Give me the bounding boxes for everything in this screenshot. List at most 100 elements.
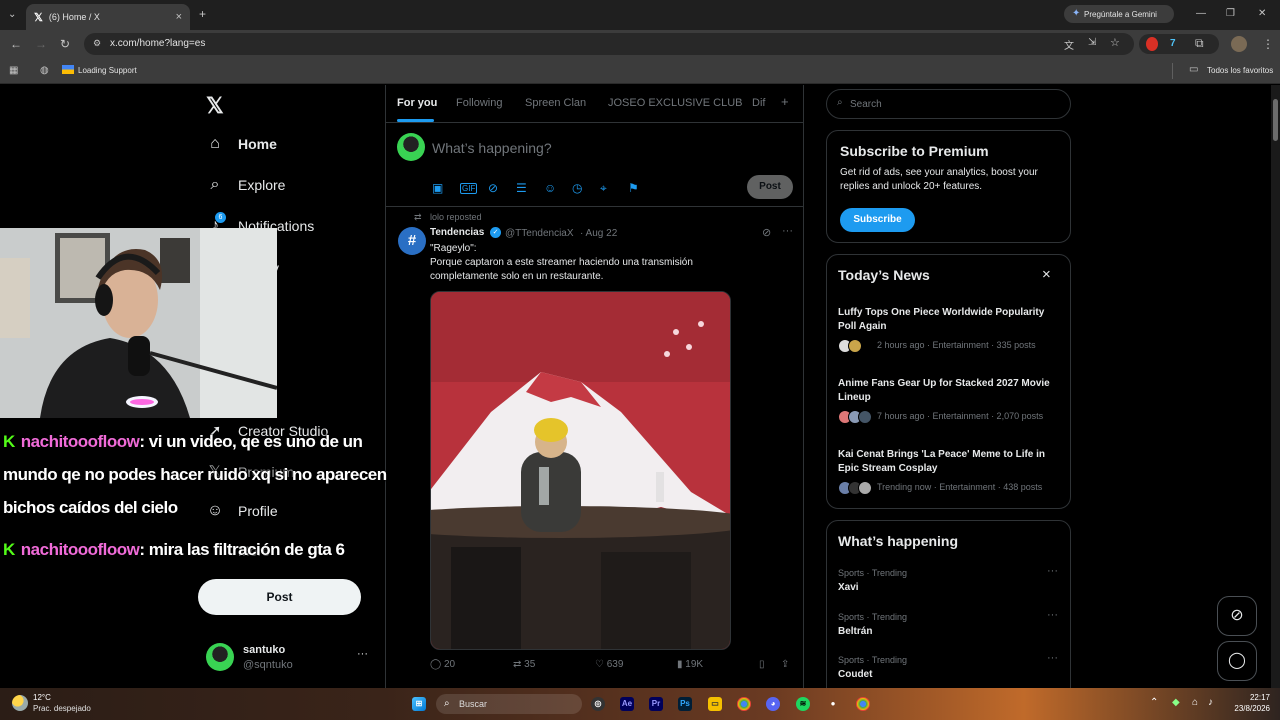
tweet[interactable]: ⇄ lolo reposted # Tendencias ✓ @TTendenc… xyxy=(386,207,803,688)
x-logo-icon[interactable]: 𝕏 xyxy=(206,93,224,119)
translate-icon[interactable]: 文 xyxy=(1064,37,1074,52)
globe-icon[interactable]: ◍ xyxy=(40,65,49,77)
nav-explore[interactable]: ⌕ Explore xyxy=(204,176,286,194)
extension-red-icon[interactable] xyxy=(1146,37,1158,51)
grok-icon[interactable]: ⊘ xyxy=(488,181,498,195)
subscribe-button[interactable]: Subscribe xyxy=(840,208,915,232)
location-icon[interactable]: ⌖ xyxy=(600,181,607,196)
page-scrollbar[interactable] xyxy=(1271,85,1280,688)
bookmark-loading-support[interactable]: Loading Support xyxy=(78,66,137,75)
weather-temp[interactable]: 12°C xyxy=(33,693,51,702)
flag-icon[interactable]: ⚑ xyxy=(628,181,639,195)
tray-app-icon[interactable]: ◆ xyxy=(1172,697,1180,708)
search-input[interactable]: ⌕ Search xyxy=(826,89,1071,119)
site-info-icon[interactable]: ⚙ xyxy=(93,38,101,49)
bookmark-star-icon[interactable]: ☆ xyxy=(1110,36,1120,49)
author-name[interactable]: Tendencias xyxy=(430,227,484,238)
views-action[interactable]: ▮ 19K xyxy=(677,659,703,670)
network-icon[interactable]: ⌂ xyxy=(1192,697,1198,708)
file-explorer-icon[interactable]: ▭ xyxy=(708,697,722,711)
tab-close-icon[interactable]: × xyxy=(176,11,182,23)
apps-grid-icon[interactable]: ▦ xyxy=(9,65,18,77)
grok-float-button[interactable]: ⊘ xyxy=(1217,596,1257,636)
tab-joseo-exclusive-club[interactable]: JOSEO EXCLUSIVE CLUB xyxy=(608,97,743,109)
emoji-icon[interactable]: ☺ xyxy=(544,181,556,195)
taskbar-search[interactable]: ⌕ Buscar xyxy=(436,694,582,714)
profile-avatar[interactable] xyxy=(1231,36,1247,52)
post-button[interactable]: Post xyxy=(198,579,361,615)
tweet-more-icon[interactable]: ··· xyxy=(782,225,793,237)
author-handle[interactable]: @TTendenciaX xyxy=(505,228,574,239)
close-window-button[interactable]: ✕ xyxy=(1258,8,1266,20)
url-field[interactable]: ⚙ x.com/home?lang=es 文 ⇲ ☆ xyxy=(84,33,1134,55)
weather-desc[interactable]: Prac. despejado xyxy=(33,704,91,713)
gif-icon[interactable]: GIF xyxy=(460,183,478,194)
all-bookmarks[interactable]: Todos los favoritos xyxy=(1207,66,1273,75)
close-icon[interactable]: × xyxy=(1042,266,1051,283)
tweet-video[interactable] xyxy=(430,291,731,650)
gemini-button[interactable]: ✦ Pregúntale a Gemini xyxy=(1064,5,1174,23)
reload-icon[interactable]: ↻ xyxy=(60,38,70,50)
install-icon[interactable]: ⇲ xyxy=(1088,37,1096,48)
trend-more-icon[interactable]: ··· xyxy=(1047,565,1058,577)
minimize-button[interactable]: — xyxy=(1196,8,1206,20)
grok-icon[interactable]: ⊘ xyxy=(762,226,771,239)
extension-blue-icon[interactable]: 7 xyxy=(1170,38,1176,49)
scrollbar-thumb[interactable] xyxy=(1273,99,1278,141)
weather-icon[interactable] xyxy=(12,695,28,711)
tray-chevron-icon[interactable]: ⌃ xyxy=(1150,697,1158,708)
account-name: santuko xyxy=(243,644,286,656)
x-logo-icon: 𝕏 xyxy=(34,11,43,24)
like-action[interactable]: ♡ 639 xyxy=(595,659,623,670)
share-icon[interactable]: ⇪ xyxy=(781,659,789,670)
messages-float-button[interactable]: ◯ xyxy=(1217,641,1257,681)
volume-icon[interactable]: ♪ xyxy=(1208,697,1213,708)
clock-time[interactable]: 22:17 xyxy=(1240,693,1270,702)
tab-spreen-clan[interactable]: Spreen Clan xyxy=(525,97,586,109)
app-icon[interactable]: ● xyxy=(826,697,840,711)
photoshop-icon[interactable]: Ps xyxy=(678,697,692,711)
image-icon[interactable]: ▣ xyxy=(432,181,443,195)
back-icon[interactable]: ← xyxy=(10,38,22,50)
discord-icon[interactable]: ◕ xyxy=(766,697,780,711)
tab-dif[interactable]: Dif xyxy=(752,97,765,109)
chrome-icon[interactable] xyxy=(856,697,870,711)
reply-action[interactable]: ◯ 20 xyxy=(430,659,455,670)
search-icon: ⌕ xyxy=(210,176,220,193)
app-icon[interactable]: ◎ xyxy=(591,697,605,711)
nav-home[interactable]: ⌂ Home xyxy=(204,135,277,153)
trend-more-icon[interactable]: ··· xyxy=(1047,652,1058,664)
tweet-date[interactable]: · Aug 22 xyxy=(580,228,617,239)
chrome-icon[interactable] xyxy=(737,697,751,711)
composer-input[interactable]: What’s happening? xyxy=(432,140,552,156)
after-effects-icon[interactable]: Ae xyxy=(620,697,634,711)
poll-icon[interactable]: ☰ xyxy=(516,181,527,195)
url-text: x.com/home?lang=es xyxy=(110,38,206,49)
chat-text: : vi un video, qe es uno de un xyxy=(139,432,363,451)
premiere-icon[interactable]: Pr xyxy=(649,697,663,711)
tab-following[interactable]: Following xyxy=(456,97,502,109)
maximize-button[interactable]: ❐ xyxy=(1226,8,1235,20)
browser-tab[interactable]: 𝕏 (6) Home / X × xyxy=(26,4,190,30)
extensions-puzzle-icon[interactable]: ⧉ xyxy=(1195,36,1204,51)
spotify-icon[interactable]: ≋ xyxy=(796,697,810,711)
bookmarks-divider xyxy=(1172,63,1173,79)
clock-date[interactable]: 23/8/2026 xyxy=(1228,704,1270,713)
account-switcher[interactable]: santuko @sqntuko ··· xyxy=(200,640,380,676)
tab-for-you[interactable]: For you xyxy=(397,97,437,109)
composer-post-button[interactable]: Post xyxy=(747,175,793,199)
repost-action[interactable]: ⇄ 35 xyxy=(513,659,535,670)
nav-profile[interactable]: ☺ Profile xyxy=(204,502,278,520)
author-avatar[interactable]: # xyxy=(398,227,426,255)
add-tab-icon[interactable]: + xyxy=(781,94,789,109)
repost-label[interactable]: lolo reposted xyxy=(430,212,482,222)
forward-icon[interactable]: → xyxy=(35,38,47,50)
tab-search-icon[interactable]: ⌄ xyxy=(8,9,16,21)
bookmark-icon[interactable]: ▯ xyxy=(759,659,765,670)
trend-more-icon[interactable]: ··· xyxy=(1047,609,1058,621)
account-more-icon[interactable]: ··· xyxy=(357,648,368,660)
new-tab-icon[interactable]: + xyxy=(199,8,206,20)
schedule-icon[interactable]: ◷ xyxy=(572,181,582,195)
menu-dots-icon[interactable]: ⋮ xyxy=(1262,38,1274,50)
start-icon[interactable]: ⊞ xyxy=(412,697,426,711)
